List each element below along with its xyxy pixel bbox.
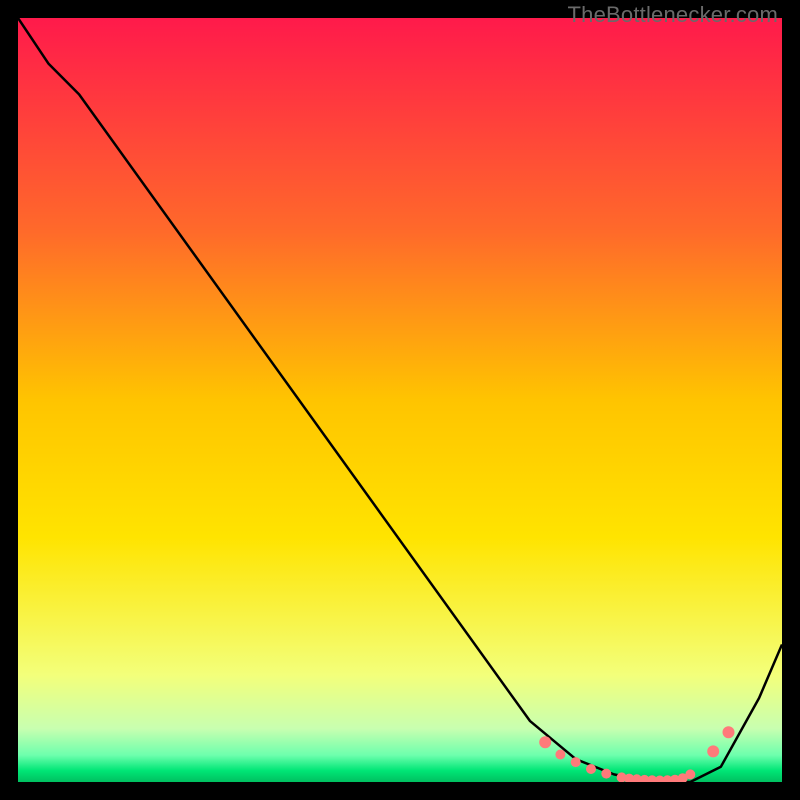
optimal-dot [601,769,611,779]
optimal-dot [555,750,565,760]
optimal-dot [539,736,551,748]
optimal-dot [723,726,735,738]
watermark-text: TheBottlenecker.com [568,2,778,28]
gradient-background [18,18,782,782]
optimal-dot [586,764,596,774]
chart-frame [18,18,782,782]
optimal-dot [685,769,695,779]
chart-svg [18,18,782,782]
optimal-dot [571,757,581,767]
optimal-dot [707,745,719,757]
